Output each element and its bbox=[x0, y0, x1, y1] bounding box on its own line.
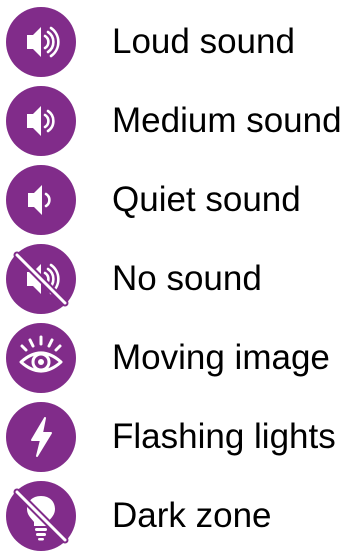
legend-item-moving-image: Moving image bbox=[0, 321, 363, 395]
legend-item-quiet-sound: Quiet sound bbox=[0, 163, 363, 237]
legend-label: No sound bbox=[112, 259, 262, 298]
speaker-loud-icon bbox=[6, 7, 76, 77]
legend-label: Moving image bbox=[112, 338, 330, 377]
legend-label: Medium sound bbox=[112, 101, 342, 140]
legend-label: Flashing lights bbox=[112, 417, 336, 456]
legend-item-dark-zone: Dark zone bbox=[0, 479, 363, 553]
lightbulb-off-icon bbox=[6, 481, 76, 551]
legend-label: Dark zone bbox=[112, 496, 272, 535]
legend-label: Quiet sound bbox=[112, 180, 301, 219]
speaker-medium-icon bbox=[6, 86, 76, 156]
speaker-muted-icon bbox=[6, 244, 76, 314]
legend-item-flashing-lights: Flashing lights bbox=[0, 400, 363, 474]
eye-icon bbox=[6, 323, 76, 393]
legend-item-loud-sound: Loud sound bbox=[0, 5, 363, 79]
speaker-quiet-icon bbox=[6, 165, 76, 235]
lightning-icon bbox=[6, 402, 76, 472]
legend-label: Loud sound bbox=[112, 22, 295, 61]
sensory-legend: Loud sound Medium sound Quiet sound No s… bbox=[0, 0, 363, 560]
legend-item-no-sound: No sound bbox=[0, 242, 363, 316]
legend-item-medium-sound: Medium sound bbox=[0, 84, 363, 158]
